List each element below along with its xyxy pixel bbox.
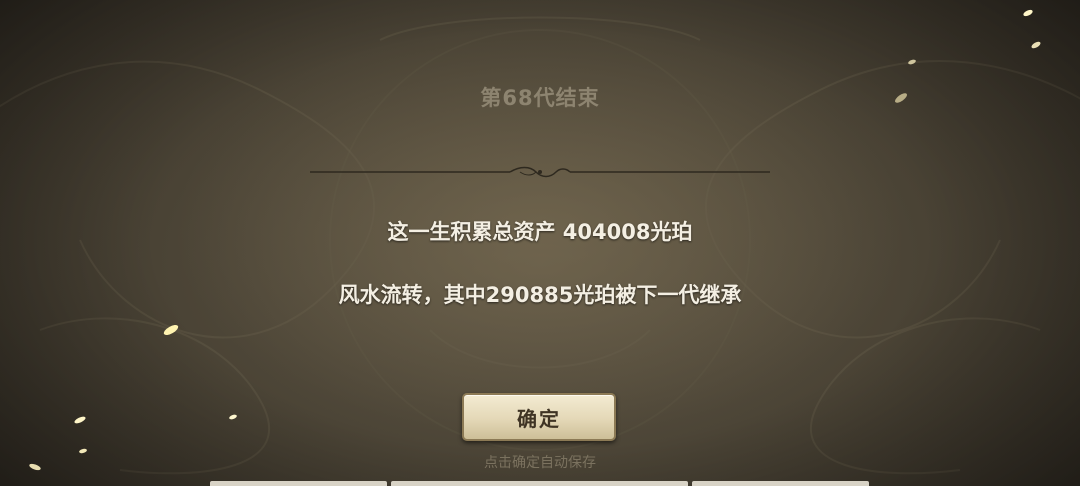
generation-title: 第68代结束 [480, 86, 600, 110]
bottom-tab-bar-right [692, 481, 869, 486]
petal-decoration [229, 414, 237, 420]
confirm-button-label: 确定 [517, 406, 561, 431]
total-assets-text: 这一生积累总资产 404008光珀 [387, 220, 693, 244]
bottom-tab-bar-middle [391, 481, 688, 486]
confirm-button[interactable]: 确定 [462, 393, 616, 441]
inheritance-text: 风水流转，其中290885光珀被下一代继承 [338, 283, 742, 307]
petal-decoration [163, 324, 179, 336]
petal-decoration [908, 59, 916, 65]
inheritance-screen: 第68代结束 这一生积累总资产 404008光珀 风水流转，其中290885光珀… [0, 0, 1080, 486]
autosave-hint: 点击确定自动保存 [484, 455, 596, 471]
bottom-tab-bar-left [210, 481, 387, 486]
petal-decoration [74, 416, 86, 424]
petal-decoration [1031, 41, 1041, 49]
petal-decoration [1023, 9, 1033, 17]
ornamental-divider [310, 166, 770, 178]
